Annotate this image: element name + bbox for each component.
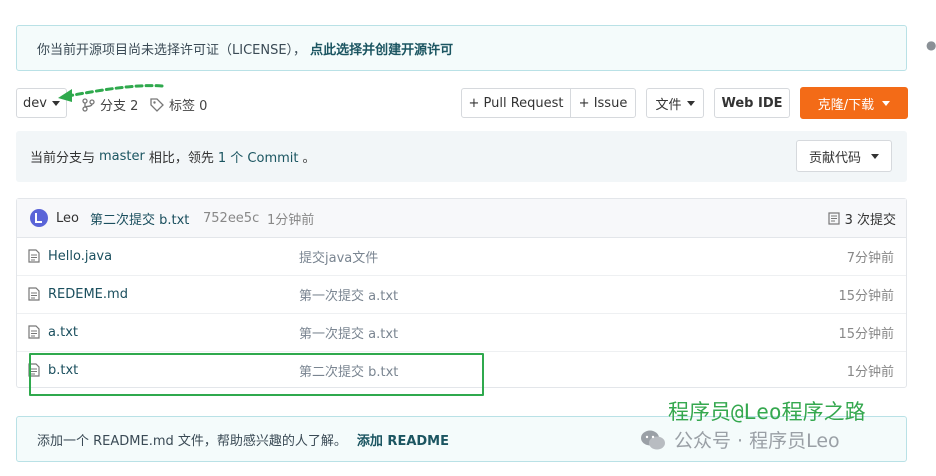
clone-label: 克隆/下载 bbox=[817, 97, 875, 113]
chevron-down-icon bbox=[871, 153, 879, 159]
file-name[interactable]: a.txt bbox=[48, 325, 78, 340]
file-time: 15分钟前 bbox=[838, 288, 894, 304]
compare-base-branch[interactable]: master bbox=[99, 149, 145, 164]
tags-label: 标签 0 bbox=[169, 99, 208, 114]
watermark-subtitle-text: 公众号 · 程序员Leo bbox=[674, 430, 840, 452]
commit-author[interactable]: Leo bbox=[56, 211, 79, 226]
file-time: 1分钟前 bbox=[846, 364, 894, 380]
file-row[interactable]: Hello.java 提交java文件 7分钟前 bbox=[17, 237, 906, 276]
clone-download-button[interactable]: 克隆/下载 bbox=[800, 87, 908, 119]
issue-label: + Issue bbox=[578, 95, 628, 111]
avatar bbox=[30, 209, 48, 227]
branch-compare-bar: 当前分支与 master 相比，领先 1 个 Commit 。 bbox=[16, 131, 907, 182]
tag-icon bbox=[150, 97, 164, 112]
commit-time: 1分钟前 bbox=[267, 212, 315, 228]
compare-prefix: 当前分支与 bbox=[30, 151, 96, 166]
file-name[interactable]: b.txt bbox=[48, 363, 78, 378]
file-row[interactable]: REDEME.md 第一次提交 a.txt 15分钟前 bbox=[17, 275, 906, 314]
branch-name: dev bbox=[23, 95, 47, 111]
file-name[interactable]: Hello.java bbox=[48, 249, 112, 264]
latest-commit-row: Leo 第二次提交 b.txt 752ee5c 1分钟前 3 次提交 bbox=[17, 199, 906, 238]
chevron-down-icon bbox=[882, 100, 891, 106]
file-name[interactable]: REDEME.md bbox=[48, 287, 128, 302]
commit-message[interactable]: 第二次提交 b.txt bbox=[90, 209, 189, 228]
create-license-link[interactable]: 点此选择并创建开源许可 bbox=[310, 39, 453, 58]
file-commit-message[interactable]: 第一次提交 a.txt bbox=[299, 323, 398, 342]
commit-count: 3 次提交 bbox=[844, 212, 896, 228]
license-notice: 你当前开源项目尚未选择许可证（LICENSE）， 点此选择并创建开源许可 bbox=[16, 25, 907, 71]
web-ide-label: Web IDE bbox=[721, 95, 783, 111]
branch-icon bbox=[82, 97, 95, 112]
pull-request-button[interactable]: + Pull Request bbox=[461, 88, 571, 118]
file-row[interactable]: a.txt 第一次提交 a.txt 15分钟前 bbox=[17, 313, 906, 352]
wechat-icon bbox=[641, 430, 665, 449]
license-notice-text: 你当前开源项目尚未选择许可证（LICENSE）， bbox=[37, 42, 307, 58]
file-commit-message[interactable]: 提交java文件 bbox=[299, 247, 378, 266]
side-icon: ● bbox=[926, 38, 936, 52]
tags-link[interactable]: 标签 0 bbox=[150, 95, 207, 114]
web-ide-button[interactable]: Web IDE bbox=[714, 88, 790, 118]
file-table: Leo 第二次提交 b.txt 752ee5c 1分钟前 3 次提交 Hello… bbox=[16, 198, 907, 388]
ahead-commits-link[interactable]: 1 个 Commit bbox=[218, 147, 299, 166]
file-row[interactable]: b.txt 第二次提交 b.txt 1分钟前 bbox=[17, 351, 906, 389]
pull-request-label: + Pull Request bbox=[468, 95, 564, 111]
compare-middle: 相比，领先 bbox=[148, 151, 214, 166]
file-menu-button[interactable]: 文件 bbox=[646, 88, 704, 118]
issue-button[interactable]: + Issue bbox=[570, 88, 636, 118]
file-commit-message[interactable]: 第一次提交 a.txt bbox=[299, 285, 398, 304]
file-time: 15分钟前 bbox=[838, 326, 894, 342]
commit-count-link[interactable]: 3 次提交 bbox=[827, 209, 896, 228]
file-commit-message[interactable]: 第二次提交 b.txt bbox=[299, 361, 398, 380]
commit-hash[interactable]: 752ee5c bbox=[203, 211, 259, 226]
add-readme-link[interactable]: 添加 README bbox=[357, 430, 449, 449]
readme-notice-text: 添加一个 README.md 文件，帮助感兴趣的人了解。 bbox=[37, 433, 347, 449]
contribute-button[interactable]: 贡献代码 bbox=[796, 140, 892, 172]
contribute-label: 贡献代码 bbox=[808, 150, 861, 166]
file-icon bbox=[28, 287, 40, 301]
compare-suffix: 。 bbox=[302, 151, 316, 166]
watermark-title: 程序员@Leo程序之路 bbox=[668, 400, 866, 424]
file-icon bbox=[28, 363, 40, 377]
branches-link[interactable]: 分支 2 bbox=[82, 95, 138, 114]
file-icon bbox=[28, 325, 40, 339]
branches-label: 分支 2 bbox=[100, 99, 139, 114]
commits-icon bbox=[827, 211, 840, 225]
file-menu-label: 文件 bbox=[655, 97, 682, 113]
chevron-down-icon bbox=[686, 100, 695, 106]
file-time: 7分钟前 bbox=[846, 250, 894, 266]
file-icon bbox=[28, 249, 40, 263]
watermark-subtitle: 公众号 · 程序员Leo bbox=[640, 426, 840, 453]
